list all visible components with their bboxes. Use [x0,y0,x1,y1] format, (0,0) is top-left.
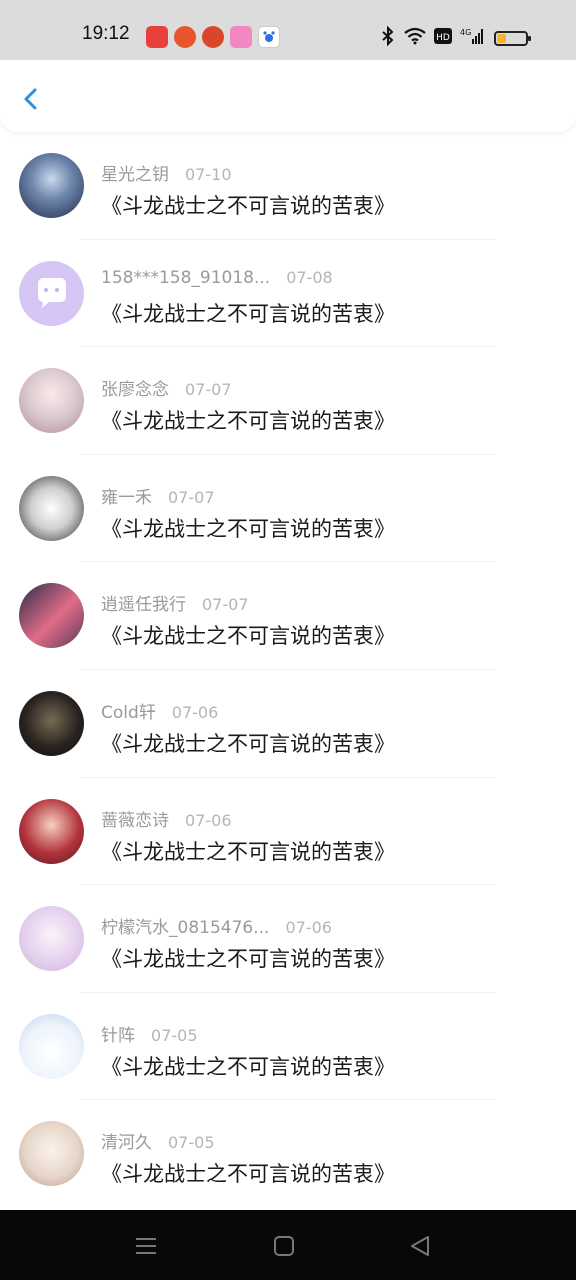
comment-meta: Cold轩 07-06 [101,698,218,723]
menu-icon [132,1238,160,1264]
comment-title[interactable]: 《斗龙战士之不可言说的苦衷》 [101,405,395,435]
comment-meta: 雍一禾 07-07 [101,483,215,508]
back-button[interactable] [14,82,48,116]
avatar-pastel-girl[interactable] [19,906,84,972]
user-name[interactable]: 蔷薇恋诗 [101,806,169,831]
comment-meta: 星光之钥 07-10 [101,160,232,185]
top-header [0,60,576,132]
wifi-icon [404,27,426,50]
baidu-app-icon [258,26,280,48]
comment-item[interactable]: 158***158_91018... 07-08 《斗龙战士之不可言说的苦衷》 [0,240,576,348]
svg-text:HD: HD [436,33,450,43]
comment-meta: 清河久 07-05 [101,1128,215,1153]
comment-date: 07-10 [185,165,232,184]
battery-level [497,34,506,43]
comment-title[interactable]: 《斗龙战士之不可言说的苦衷》 [101,620,395,650]
comment-title[interactable]: 《斗龙战士之不可言说的苦衷》 [101,836,395,866]
comment-item[interactable]: 逍遥任我行 07-07 《斗龙战士之不可言说的苦衷》 [0,562,576,670]
notification-icons [146,26,280,48]
comment-date: 07-07 [168,487,215,507]
avatar-white-rabbit[interactable] [19,1013,84,1079]
comment-title[interactable]: 《斗龙战士之不可言说的苦衷》 [101,298,395,328]
svg-text:4G: 4G [460,28,471,37]
status-time: 19:12 [82,23,130,44]
user-name[interactable]: 158***158_91018... [101,268,270,288]
user-name[interactable]: Cold轩 [101,698,156,723]
chevron-left-icon [14,88,48,120]
user-name[interactable]: 雍一禾 [101,483,152,508]
notification-app-icon [174,26,196,48]
home-icon [270,1236,298,1264]
comment-item[interactable]: 蔷薇恋诗 07-06 《斗龙战士之不可言说的苦衷》 [0,778,576,886]
avatar-anime-girl[interactable] [19,368,84,434]
comment-title[interactable]: 《斗龙战士之不可言说的苦衷》 [101,513,395,543]
system-icons: HD 4G [380,25,531,51]
comment-meta: 张廖念念 07-07 [101,375,232,400]
back-triangle-icon [406,1236,434,1264]
comment-date: 07-07 [202,595,249,615]
comment-meta: 针阵 07-05 [101,1021,198,1046]
comment-item[interactable]: 张廖念念 07-07 《斗龙战士之不可言说的苦衷》 [0,347,576,455]
user-name[interactable]: 清河久 [101,1128,152,1153]
user-name[interactable]: 张廖念念 [101,375,169,400]
avatar-default-chat[interactable] [19,260,84,326]
comment-meta: 逍遥任我行 07-07 [101,590,249,615]
avatar-light-girl[interactable] [19,1121,84,1187]
avatar-dark-character[interactable] [19,690,84,756]
comment-item[interactable]: 柠檬汽水_0815476... 07-06 《斗龙战士之不可言说的苦衷》 [0,885,576,993]
comment-item[interactable]: 星光之钥 07-10 《斗龙战士之不可言说的苦衷》 [0,132,576,240]
comment-item[interactable]: 针阵 07-05 《斗龙战士之不可言说的苦衷》 [0,993,576,1101]
menu-button[interactable] [132,1232,160,1260]
comment-title[interactable]: 《斗龙战士之不可言说的苦衷》 [101,190,395,220]
comment-title[interactable]: 《斗龙战士之不可言说的苦衷》 [101,728,395,758]
comment-date: 07-06 [185,810,232,830]
avatar-ice-character[interactable] [19,153,84,218]
avatar-couple[interactable] [19,475,84,541]
signal-4g-icon: 4G [460,27,486,50]
comment-date: 07-08 [286,267,333,287]
comment-date: 07-07 [185,380,232,400]
comment-title[interactable]: 《斗龙战士之不可言说的苦衷》 [101,1051,395,1081]
comment-item[interactable]: Cold轩 07-06 《斗龙战士之不可言说的苦衷》 [0,670,576,778]
hd-icon: HD [434,28,452,49]
home-button[interactable] [270,1232,298,1260]
comment-meta: 柠檬汽水_0815476... 07-06 [101,913,332,938]
comment-date: 07-05 [151,1025,198,1045]
comment-item[interactable]: 雍一禾 07-07 《斗龙战士之不可言说的苦衷》 [0,455,576,563]
avatar-red-girl[interactable] [19,798,84,864]
comment-meta: 158***158_91018... 07-08 [101,268,333,288]
back-nav-button[interactable] [406,1232,434,1260]
comment-meta: 蔷薇恋诗 07-06 [101,806,232,831]
user-name[interactable]: 针阵 [101,1021,135,1046]
avatar-pink-cap[interactable] [19,583,84,649]
user-name[interactable]: 星光之钥 [101,160,169,185]
comment-item[interactable]: 清河久 07-05 《斗龙战士之不可言说的苦衷》 [0,1100,576,1208]
status-bar: 19:12 HD 4G [0,0,576,60]
comment-date: 07-05 [168,1133,215,1153]
comment-list: 星光之钥 07-10 《斗龙战士之不可言说的苦衷》 158***158_91018..… [0,132,576,1208]
user-name[interactable]: 柠檬汽水_0815476... [101,913,269,938]
battery-icon [494,31,531,46]
comment-title[interactable]: 《斗龙战士之不可言说的苦衷》 [101,1158,395,1188]
navigation-bar [0,1210,576,1280]
bluetooth-icon [380,25,396,51]
toutiao-app-icon [146,26,168,48]
comment-title[interactable]: 《斗龙战士之不可言说的苦衷》 [101,943,395,973]
comment-date: 07-06 [285,918,332,938]
pink-app-icon [230,26,252,48]
user-name[interactable]: 逍遥任我行 [101,590,186,615]
game-app-icon [202,26,224,48]
comment-date: 07-06 [171,702,219,722]
